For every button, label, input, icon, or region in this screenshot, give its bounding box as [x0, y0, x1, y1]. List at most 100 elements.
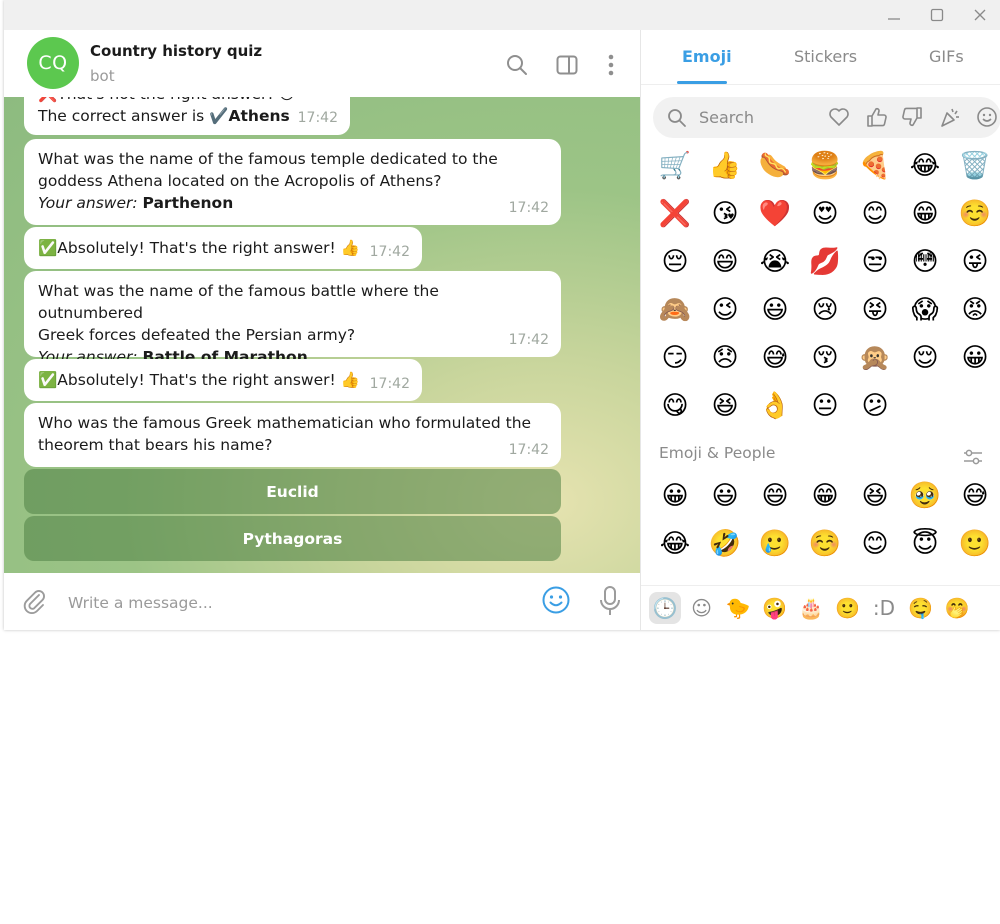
message-bubble: ✅Absolutely! That's the right answer! 👍 … [24, 227, 422, 269]
minimize-icon [888, 18, 900, 20]
emoji-item[interactable]: 🤣 [707, 526, 743, 562]
avatar[interactable]: CQ [27, 37, 79, 89]
emoji-item[interactable]: 🥲 [757, 526, 793, 562]
emoji-item[interactable]: 😕 [857, 388, 893, 424]
emoji-item[interactable]: 😀 [957, 340, 993, 376]
emoji-item[interactable]: 😊 [857, 526, 893, 562]
emoji-item[interactable]: 😃 [757, 292, 793, 328]
emoji-item[interactable]: ❌ [657, 196, 693, 232]
emoji-item[interactable]: 😊 [857, 196, 893, 232]
message-line: The correct answer is ✔️Athens [38, 105, 336, 127]
emoji-item[interactable]: 😞 [707, 340, 743, 376]
message-list[interactable]: ❌That's not the right answer! 😢 The corr… [4, 97, 640, 573]
emoji-item[interactable]: 👍 [707, 148, 743, 184]
emoji-item[interactable]: 😄 [707, 244, 743, 280]
voice-record-button[interactable] [598, 585, 622, 621]
emoji-category-button[interactable]: 🙂 [832, 592, 864, 624]
chat-pane: CQ Country history quiz bot ❌That's not … [4, 30, 640, 630]
emoji-item[interactable]: 🙊 [857, 340, 893, 376]
maximize-button[interactable] [917, 0, 957, 30]
emoji-item[interactable]: 🍕 [857, 148, 893, 184]
emoji-item[interactable]: 🗑️ [957, 148, 993, 184]
emoji-item[interactable]: 😏 [657, 340, 693, 376]
more-options-button[interactable] [598, 52, 624, 78]
party-category-button[interactable] [938, 105, 962, 129]
emoji-item[interactable]: 😝 [857, 292, 893, 328]
emoji-item[interactable]: 🍔 [807, 148, 843, 184]
emoji-item[interactable]: 😌 [907, 340, 943, 376]
emoji-item[interactable]: 😳 [907, 244, 943, 280]
emoji-category-button[interactable]: 🤪 [759, 592, 791, 624]
emoji-item[interactable]: 😢 [807, 292, 843, 328]
search-icon [667, 108, 687, 132]
emoji-item[interactable]: 😅 [957, 478, 993, 514]
emoji-panel: Emoji Stickers GIFs Search 🛒 👍 🌭 🍔 🍕 😂 🗑… [640, 30, 1000, 630]
keyboard-button-euclid[interactable]: Euclid [24, 469, 561, 514]
skin-tone-button[interactable] [963, 448, 983, 470]
emoji-item[interactable]: ☺️ [807, 526, 843, 562]
emoji-item[interactable]: 😁 [807, 478, 843, 514]
emoji-item[interactable]: 😂 [657, 526, 693, 562]
emoji-item[interactable]: 😔 [657, 244, 693, 280]
emoji-button[interactable] [541, 585, 571, 619]
tab-gifs[interactable]: GIFs [929, 47, 964, 66]
tab-emoji[interactable]: Emoji [682, 47, 732, 66]
search-button[interactable] [504, 52, 530, 78]
heart-category-button[interactable] [827, 105, 851, 129]
emoji-item[interactable]: 😱 [907, 292, 943, 328]
emoji-item[interactable]: 😁 [907, 196, 943, 232]
heart-icon [829, 108, 849, 126]
emoji-item[interactable]: ☺️ [957, 196, 993, 232]
emoji-item[interactable]: 😃 [707, 478, 743, 514]
chat-title[interactable]: Country history quiz [90, 42, 262, 60]
emoji-item[interactable]: 😉 [707, 292, 743, 328]
emoji-item[interactable]: 😄 [757, 478, 793, 514]
emoji-category-button[interactable]: 🤭 [941, 592, 973, 624]
emoji-search-input[interactable] [697, 107, 821, 128]
emoji-category-button[interactable]: 🤤 [905, 592, 937, 624]
emoji-category-button[interactable]: 🎂 [795, 592, 827, 624]
emoji-item[interactable]: 😀 [657, 478, 693, 514]
emoji-item[interactable]: 🙂 [957, 526, 993, 562]
message-composer [4, 573, 640, 630]
emoji-item[interactable]: 😡 [957, 292, 993, 328]
message-time: 17:42 [508, 200, 549, 216]
emoji-item[interactable]: 🌭 [757, 148, 793, 184]
emoji-item[interactable]: 😭 [757, 244, 793, 280]
sidebar-icon [556, 55, 578, 75]
close-window-button[interactable] [960, 0, 1000, 30]
minimize-button[interactable] [874, 0, 914, 30]
keyboard-button-pythagoras[interactable]: Pythagoras [24, 516, 561, 561]
smiley-category-button[interactable] [975, 105, 999, 129]
emoji-item[interactable]: 😐 [807, 388, 843, 424]
attach-button[interactable] [20, 587, 48, 619]
recent-category-icon[interactable]: 🕒 [649, 592, 681, 624]
emoji-category-button[interactable]: 🐤 [722, 592, 754, 624]
emoji-item[interactable]: 👌 [757, 388, 793, 424]
message-input[interactable] [66, 590, 510, 616]
emoji-item[interactable]: 😇 [907, 526, 943, 562]
emoji-item[interactable]: 😒 [857, 244, 893, 280]
emoji-item[interactable]: 😂 [907, 148, 943, 184]
emoji-category-button[interactable]: ☺ [686, 592, 718, 624]
emoji-item[interactable]: 😅 [757, 340, 793, 376]
emoji-item[interactable]: ❤️ [757, 196, 793, 232]
message-line: ❌That's not the right answer! 😢 [38, 97, 336, 105]
emoji-item[interactable]: 😘 [707, 196, 743, 232]
emoji-item[interactable]: 🛒 [657, 148, 693, 184]
emoji-item[interactable]: 🙈 [657, 292, 693, 328]
message-text: ✅Absolutely! That's the right answer! 👍 [38, 371, 360, 389]
toggle-sidebar-button[interactable] [554, 52, 580, 78]
tab-stickers[interactable]: Stickers [794, 47, 857, 66]
emoji-item[interactable]: 🥹 [907, 478, 943, 514]
emoji-item[interactable]: 😆 [857, 478, 893, 514]
emoji-item[interactable]: 😜 [957, 244, 993, 280]
thumbs-up-category-button[interactable] [864, 105, 888, 129]
emoji-item[interactable]: 😋 [657, 388, 693, 424]
emoji-item[interactable]: 💋 [807, 244, 843, 280]
emoji-item[interactable]: 😆 [707, 388, 743, 424]
emoji-category-button[interactable]: :D [868, 592, 900, 624]
emoji-item[interactable]: 😚 [807, 340, 843, 376]
thumbs-down-category-button[interactable] [901, 105, 925, 129]
emoji-item[interactable]: 😍 [807, 196, 843, 232]
